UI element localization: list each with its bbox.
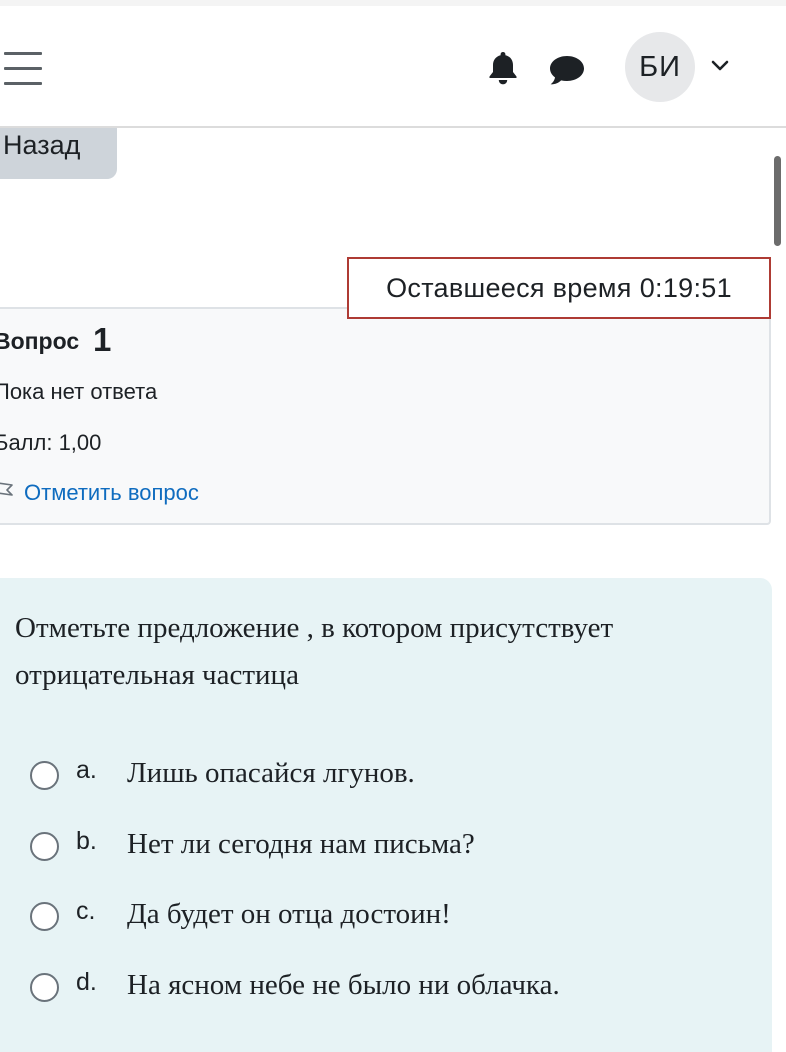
timer-label: Оставшееся время [386,272,632,303]
answer-text[interactable]: Да будет он отца достоин! [127,898,451,931]
question-text: Отметьте предложение , в котором присутс… [15,612,614,691]
answer-option-b[interactable]: b. Нет ли сегодня нам письма? [30,827,730,869]
quiz-timer: Оставшееся время 0:19:51 [347,257,771,319]
answer-letter: d. [76,968,97,996]
answer-text[interactable]: Лишь опасайся лгунов. [127,757,415,790]
chevron-down-icon[interactable] [709,56,731,76]
answer-radio-b[interactable] [30,832,59,861]
hamburger-icon[interactable] [4,52,44,86]
timer-value: 0:19:51 [639,272,732,303]
back-button-label: Назад [3,130,81,160]
answer-letter: c. [76,897,96,925]
answer-option-a[interactable]: a. Лишь опасайся лгунов. [30,756,730,798]
answer-option-d[interactable]: d. На ясном небе не было ни облачка. [30,968,730,1010]
back-button[interactable]: Назад [0,128,117,179]
answer-text[interactable]: Нет ли сегодня нам письма? [127,828,475,861]
question-number: 1 [93,321,112,358]
question-label: Вопрос [0,328,80,354]
answer-radio-a[interactable] [30,761,59,790]
avatar[interactable]: БИ [625,32,695,102]
answer-radio-d[interactable] [30,973,59,1002]
bell-icon[interactable] [486,50,520,86]
flag-question-link[interactable]: Отметить вопрос [24,480,199,506]
question-state: Пока нет ответа [0,379,158,404]
question-grade: Балл: 1,00 [0,430,102,455]
answer-letter: a. [76,756,97,784]
answer-option-c[interactable]: c. Да будет он отца достоин! [30,897,730,939]
answer-text[interactable]: На ясном небе не было ни облачка. [127,969,560,1002]
answer-letter: b. [76,827,97,855]
scrollbar[interactable] [774,156,781,246]
chat-icon[interactable] [547,52,587,88]
flag-outline-icon[interactable] [0,480,14,502]
answer-radio-c[interactable] [30,902,59,931]
navbar: БИ [0,6,786,128]
avatar-initials: БИ [639,50,681,83]
